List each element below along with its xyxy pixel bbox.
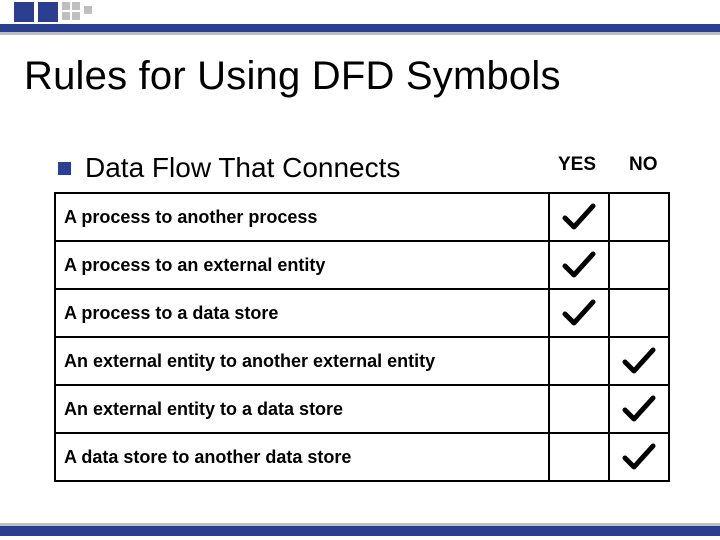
rule-description: A process to an external entity bbox=[55, 241, 549, 289]
cell-yes bbox=[549, 289, 609, 337]
table-row: A process to a data store bbox=[55, 289, 669, 337]
check-icon bbox=[562, 203, 596, 231]
cell-yes bbox=[549, 241, 609, 289]
check-icon bbox=[622, 443, 656, 471]
cell-yes bbox=[549, 337, 609, 385]
check-icon bbox=[562, 299, 596, 327]
check-icon bbox=[622, 395, 656, 423]
rule-description: A process to another process bbox=[55, 193, 549, 241]
cell-no bbox=[609, 337, 669, 385]
cell-yes bbox=[549, 385, 609, 433]
subhead-text: Data Flow That Connects bbox=[85, 152, 400, 184]
slide-bottom-decoration bbox=[0, 526, 720, 536]
cell-no bbox=[609, 433, 669, 481]
check-icon bbox=[562, 251, 596, 279]
table-row: An external entity to a data store bbox=[55, 385, 669, 433]
cell-no bbox=[609, 193, 669, 241]
cell-yes bbox=[549, 433, 609, 481]
rule-description: An external entity to a data store bbox=[55, 385, 549, 433]
cell-no bbox=[609, 385, 669, 433]
table-row: A data store to another data store bbox=[55, 433, 669, 481]
cell-no bbox=[609, 241, 669, 289]
bullet-square-icon bbox=[58, 162, 71, 175]
column-header-yes: YES bbox=[558, 154, 596, 176]
check-icon bbox=[622, 347, 656, 375]
table-row: A process to an external entity bbox=[55, 241, 669, 289]
slide-top-decoration bbox=[0, 0, 720, 34]
rule-description: A data store to another data store bbox=[55, 433, 549, 481]
rules-table: A process to another processA process to… bbox=[54, 192, 670, 482]
table-row: An external entity to another external e… bbox=[55, 337, 669, 385]
rule-description: A process to a data store bbox=[55, 289, 549, 337]
rule-description: An external entity to another external e… bbox=[55, 337, 549, 385]
column-header-no: NO bbox=[629, 154, 658, 176]
cell-yes bbox=[549, 193, 609, 241]
cell-no bbox=[609, 289, 669, 337]
table-row: A process to another process bbox=[55, 193, 669, 241]
slide-title: Rules for Using DFD Symbols bbox=[24, 54, 561, 99]
